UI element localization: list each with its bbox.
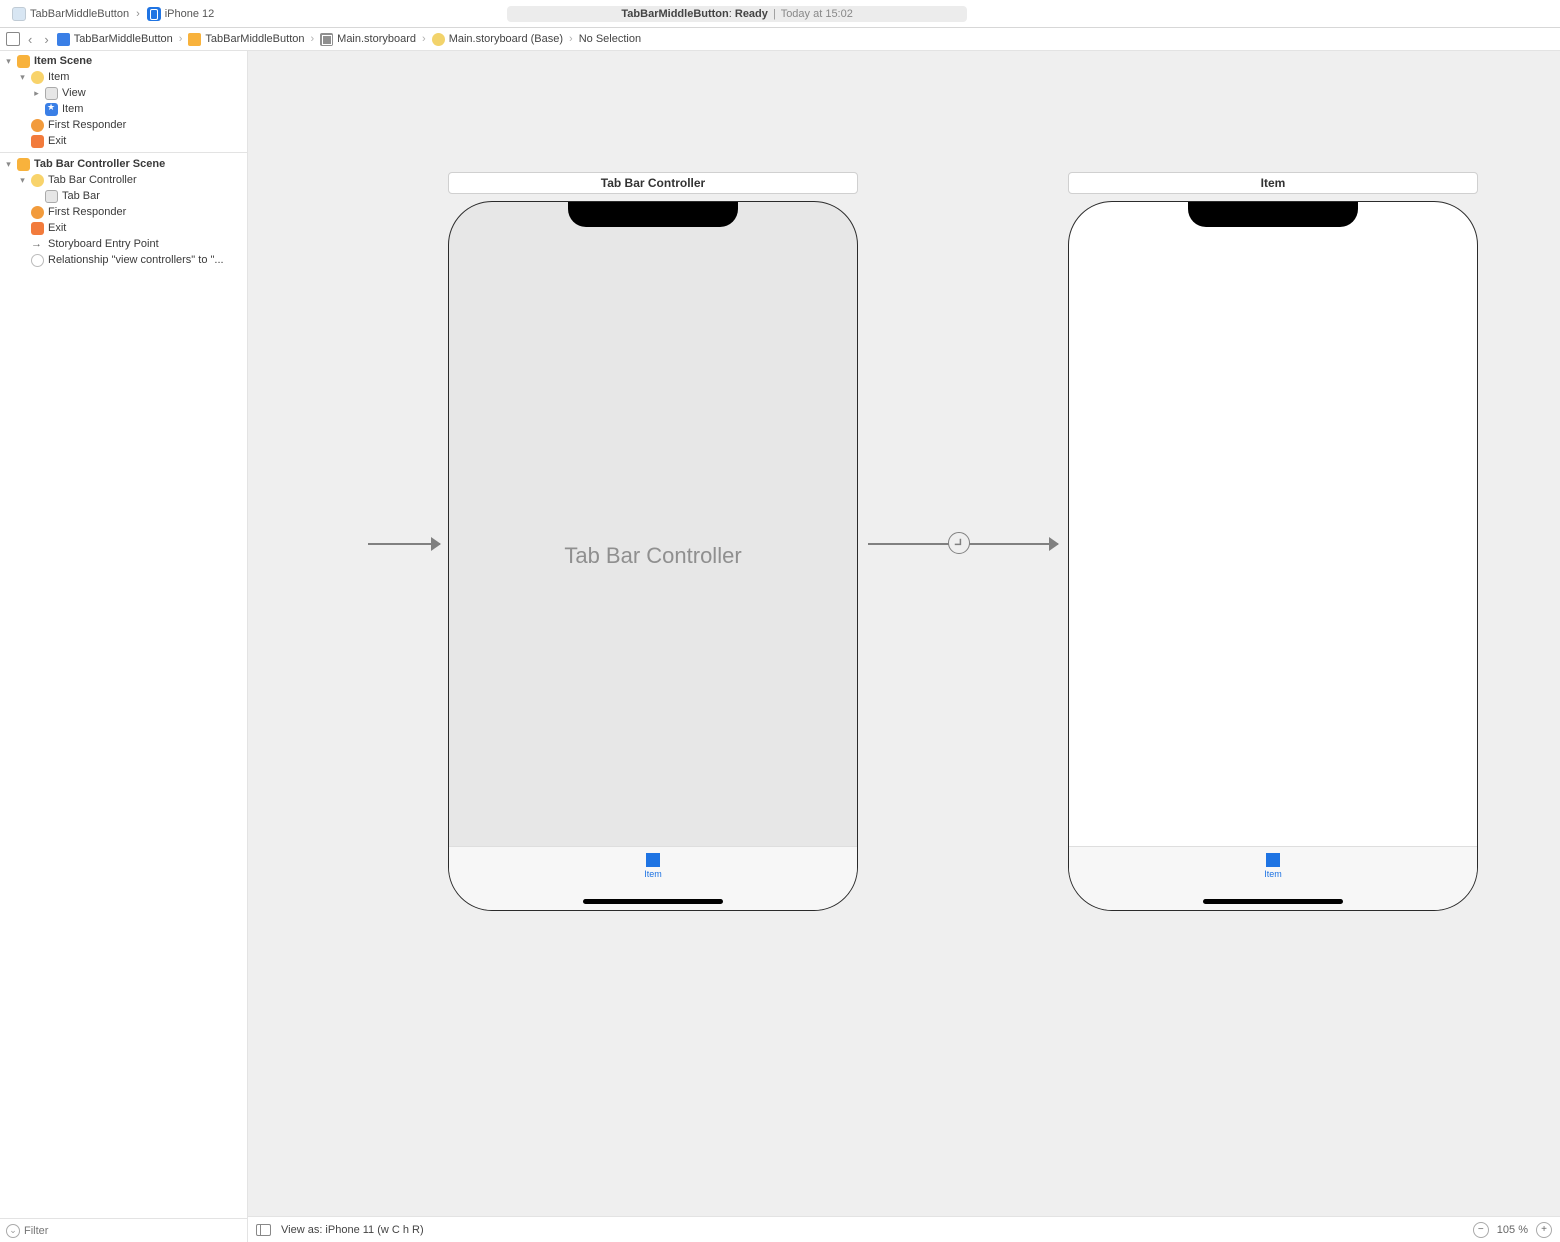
canvas-bottom-bar: View as: iPhone 11 (w C h R) − 105 % + [248,1216,1560,1242]
nav-back-icon[interactable]: ‹ [24,32,36,47]
segue-badge-icon[interactable] [948,532,970,554]
document-outline: ▾ Item Scene ▾ Item ▸ View Item [0,51,248,1242]
outline-exit[interactable]: Exit [0,220,247,236]
toggle-outline-icon[interactable] [256,1224,271,1236]
exit-icon [31,135,44,148]
filter-icon[interactable]: ⌄ [6,1224,20,1238]
entry-point-arrow[interactable] [368,543,440,545]
canvas-device-item[interactable]: Item [1068,201,1478,911]
tabbar-item-label: Item [644,869,662,879]
placeholder-label: Tab Bar Controller [449,543,857,569]
scheme-app-label: TabBarMiddleButton [30,8,129,20]
storyboard-base-icon [432,33,445,46]
chevron-right-icon: › [177,33,185,45]
scheme-device-label: iPhone 12 [165,8,215,20]
exit-icon [31,222,44,235]
tabbar-icon [45,190,58,203]
outline-tabbar[interactable]: Tab Bar [0,188,247,204]
nav-forward-icon[interactable]: › [40,32,52,47]
status-state: Ready [735,8,768,20]
storyboard-icon [320,33,333,46]
outline-relationship[interactable]: Relationship "view controllers" to "... [0,252,247,268]
chevron-right-icon: › [420,33,428,45]
viewcontroller-icon [31,174,44,187]
scene-icon [17,158,30,171]
first-responder-icon [31,119,44,132]
crumb-storyboard[interactable]: Main.storyboard [320,33,416,46]
outline-scene-header[interactable]: ▾ Tab Bar Controller Scene [0,156,247,172]
disclosure-triangle-icon[interactable]: ▾ [18,72,27,83]
outline-item-vc[interactable]: ▾ Item [0,69,247,85]
relationship-icon [31,254,44,267]
first-responder-icon [31,206,44,219]
notch-icon [1188,201,1358,227]
crumb-storyboard-base[interactable]: Main.storyboard (Base) [432,33,563,46]
outline-tabbarcontroller[interactable]: ▾ Tab Bar Controller [0,172,247,188]
interface-builder-canvas[interactable]: Tab Bar Controller Tab Bar Controller It… [248,51,1560,1242]
outline-view[interactable]: ▸ View [0,85,247,101]
zoom-controls: − 105 % + [1473,1222,1552,1238]
jump-bar: ‹ › TabBarMiddleButton › TabBarMiddleBut… [0,28,1560,51]
chevron-right-icon: › [133,8,143,20]
chevron-right-icon: › [308,33,316,45]
viewcontroller-icon [31,71,44,84]
outline-exit[interactable]: Exit [0,133,247,149]
view-icon [45,87,58,100]
canvas-device-tabbarcontroller[interactable]: Tab Bar Controller Item [448,201,858,911]
tabbaritem-icon [45,103,58,116]
disclosure-triangle-icon[interactable]: ▸ [32,88,41,99]
home-indicator-icon [1203,899,1343,904]
chevron-right-icon: › [567,33,575,45]
disclosure-triangle-icon[interactable]: ▾ [18,175,27,186]
view-as-button[interactable]: View as: iPhone 11 (w C h R) [281,1224,424,1236]
outline-scene-header[interactable]: ▾ Item Scene [0,53,247,69]
project-icon [57,33,70,46]
scheme-selector[interactable]: TabBarMiddleButton › iPhone 12 [6,5,220,23]
scene-icon [17,55,30,68]
status-time: Today at 15:02 [781,8,853,20]
outline-first-responder[interactable]: First Responder [0,204,247,220]
outline-filter-bar: ⌄ [0,1218,247,1242]
crumb-group[interactable]: TabBarMiddleButton [188,33,304,46]
notch-icon [568,201,738,227]
tabbar-item-icon [646,853,660,867]
toolbar: TabBarMiddleButton › iPhone 12 TabBarMid… [0,0,1560,28]
tabbar-item-label: Item [1264,869,1282,879]
outline-entry-point[interactable]: → Storyboard Entry Point [0,236,247,252]
outline-tabbaritem[interactable]: Item [0,101,247,117]
crumb-selection[interactable]: No Selection [579,33,641,45]
app-icon [12,7,26,21]
scene-title-bar[interactable]: Item [1068,172,1478,194]
device-icon [147,7,161,21]
outline-filter-input[interactable] [24,1225,241,1237]
tabbar-item-icon [1266,853,1280,867]
home-indicator-icon [583,899,723,904]
zoom-in-button[interactable]: + [1536,1222,1552,1238]
disclosure-triangle-icon[interactable]: ▾ [4,56,13,67]
tabbar-item[interactable]: Item [644,853,662,879]
outline-first-responder[interactable]: First Responder [0,117,247,133]
scene-title-bar[interactable]: Tab Bar Controller [448,172,858,194]
activity-status: TabBarMiddleButton: Ready | Today at 15:… [507,6,967,22]
tabbar-item[interactable]: Item [1264,853,1282,879]
zoom-level[interactable]: 105 % [1497,1224,1528,1236]
disclosure-triangle-icon[interactable]: ▾ [4,159,13,170]
zoom-out-button[interactable]: − [1473,1222,1489,1238]
entry-point-icon: → [31,238,44,251]
related-items-icon[interactable] [6,32,20,46]
status-project: TabBarMiddleButton [621,8,728,20]
crumb-project[interactable]: TabBarMiddleButton [57,33,173,46]
folder-icon [188,33,201,46]
